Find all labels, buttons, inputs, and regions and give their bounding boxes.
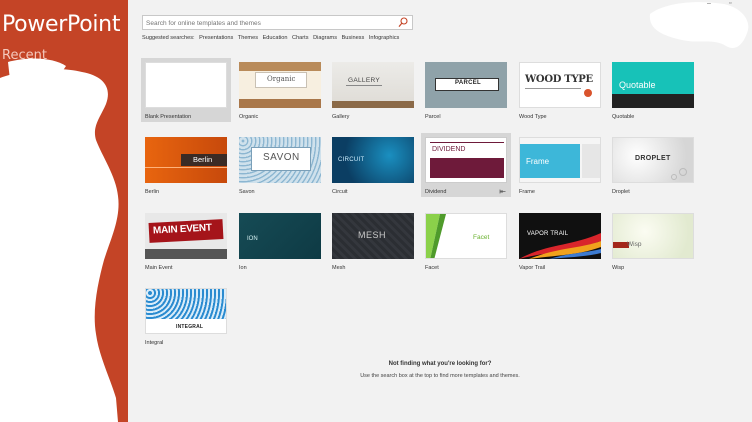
template-thumbnail[interactable]: Facet (425, 213, 507, 259)
search-input[interactable] (146, 17, 386, 29)
template-label: Blank Presentation (145, 114, 192, 120)
restore-button[interactable]: ▫ (729, 0, 731, 7)
template-label: Savon (239, 189, 255, 195)
template-label: Wisp (612, 265, 625, 271)
template-thumbnail[interactable]: Berlin (145, 137, 227, 183)
redaction-overlay-top-right (649, 2, 749, 49)
thumb-text: DROPLET (635, 155, 671, 162)
template-label: Dividend (425, 189, 447, 195)
template-thumbnail[interactable]: SAVON (239, 137, 321, 183)
template-label: Frame (519, 189, 535, 195)
not-found-title: Not finding what you're looking for? (388, 361, 492, 367)
thumb-text: Organic (267, 75, 296, 83)
template-thumbnail[interactable]: Quotable (612, 62, 694, 108)
template-thumbnail[interactable]: DIVIDEND (425, 137, 507, 183)
template-thumbnail[interactable]: Wisp (612, 213, 694, 259)
suggested-link-education[interactable]: Education (263, 35, 288, 41)
suggested-link-diagrams[interactable]: Diagrams (313, 35, 337, 41)
template-thumbnail[interactable]: MAIN EVENT (145, 213, 227, 259)
template-label: Droplet (612, 189, 630, 195)
template-thumbnail[interactable]: ION (239, 213, 321, 259)
redaction-overlay (0, 58, 119, 422)
template-label: Quotable (612, 114, 635, 120)
template-label: Wood Type (519, 114, 547, 120)
search-icon[interactable] (398, 17, 408, 28)
template-thumbnail[interactable]: CIRCUIT (332, 137, 414, 183)
template-thumbnail[interactable]: WOOD TYPE (519, 62, 601, 108)
suggested-prefix: Suggested searches: (142, 35, 195, 41)
template-thumbnail[interactable]: PARCEL (425, 62, 507, 108)
template-label: Main Event (145, 265, 173, 271)
template-thumbnail[interactable]: Organic (239, 62, 321, 108)
thumb-text: PARCEL (455, 80, 482, 86)
thumb-text: Berlin (193, 155, 213, 164)
thumb-text: GALLERY (348, 77, 380, 84)
template-label: Gallery (332, 114, 350, 120)
thumb-text: Quotable (619, 80, 656, 90)
thumb-text: DIVIDEND (432, 146, 466, 153)
template-thumbnail[interactable]: GALLERY (332, 62, 414, 108)
pin-icon[interactable] (499, 188, 506, 195)
template-label: Integral (145, 340, 164, 346)
template-label: Parcel (425, 114, 441, 120)
thumb-text: CIRCUIT (338, 157, 365, 163)
template-label: Organic (239, 114, 259, 120)
thumb-text: SAVON (263, 152, 300, 163)
thumb-text: Wisp (627, 241, 642, 248)
thumb-text: INTEGRAL (176, 324, 204, 330)
template-label: Berlin (145, 189, 160, 195)
suggested-link-infographics[interactable]: Infographics (369, 35, 399, 41)
template-label: Circuit (332, 189, 348, 195)
template-label: Ion (239, 265, 247, 271)
suggested-link-business[interactable]: Business (342, 35, 365, 41)
template-thumbnail[interactable]: MESH (332, 213, 414, 259)
template-thumbnail[interactable]: VAPOR TRAIL (519, 213, 601, 259)
template-label: Mesh (332, 265, 346, 271)
thumb-text: Frame (526, 157, 550, 166)
suggested-link-presentations[interactable]: Presentations (199, 35, 233, 41)
minimize-button[interactable]: – (707, 0, 711, 7)
template-label: Vapor Trail (519, 265, 546, 271)
template-label: Facet (425, 265, 439, 271)
thumb-text: WOOD TYPE (525, 74, 593, 85)
suggested-link-charts[interactable]: Charts (292, 35, 308, 41)
suggested-link-themes[interactable]: Themes (238, 35, 258, 41)
search-box[interactable] (142, 15, 413, 30)
template-thumbnail[interactable]: DROPLET (612, 137, 694, 183)
thumb-text: ION (247, 236, 258, 242)
template-thumbnail[interactable]: INTEGRAL (145, 288, 227, 334)
thumb-text: VAPOR TRAIL (527, 231, 569, 237)
thumb-text: MESH (358, 230, 387, 240)
sidebar: PowerPoint Recent (0, 0, 128, 422)
not-found-subtitle: Use the search box at the top to find mo… (360, 373, 520, 379)
thumb-text: Facet (473, 234, 490, 241)
template-thumbnail[interactable]: Frame (519, 137, 601, 183)
template-thumbnail[interactable] (145, 62, 227, 108)
suggested-searches: Suggested searches: Presentations Themes… (142, 35, 402, 41)
